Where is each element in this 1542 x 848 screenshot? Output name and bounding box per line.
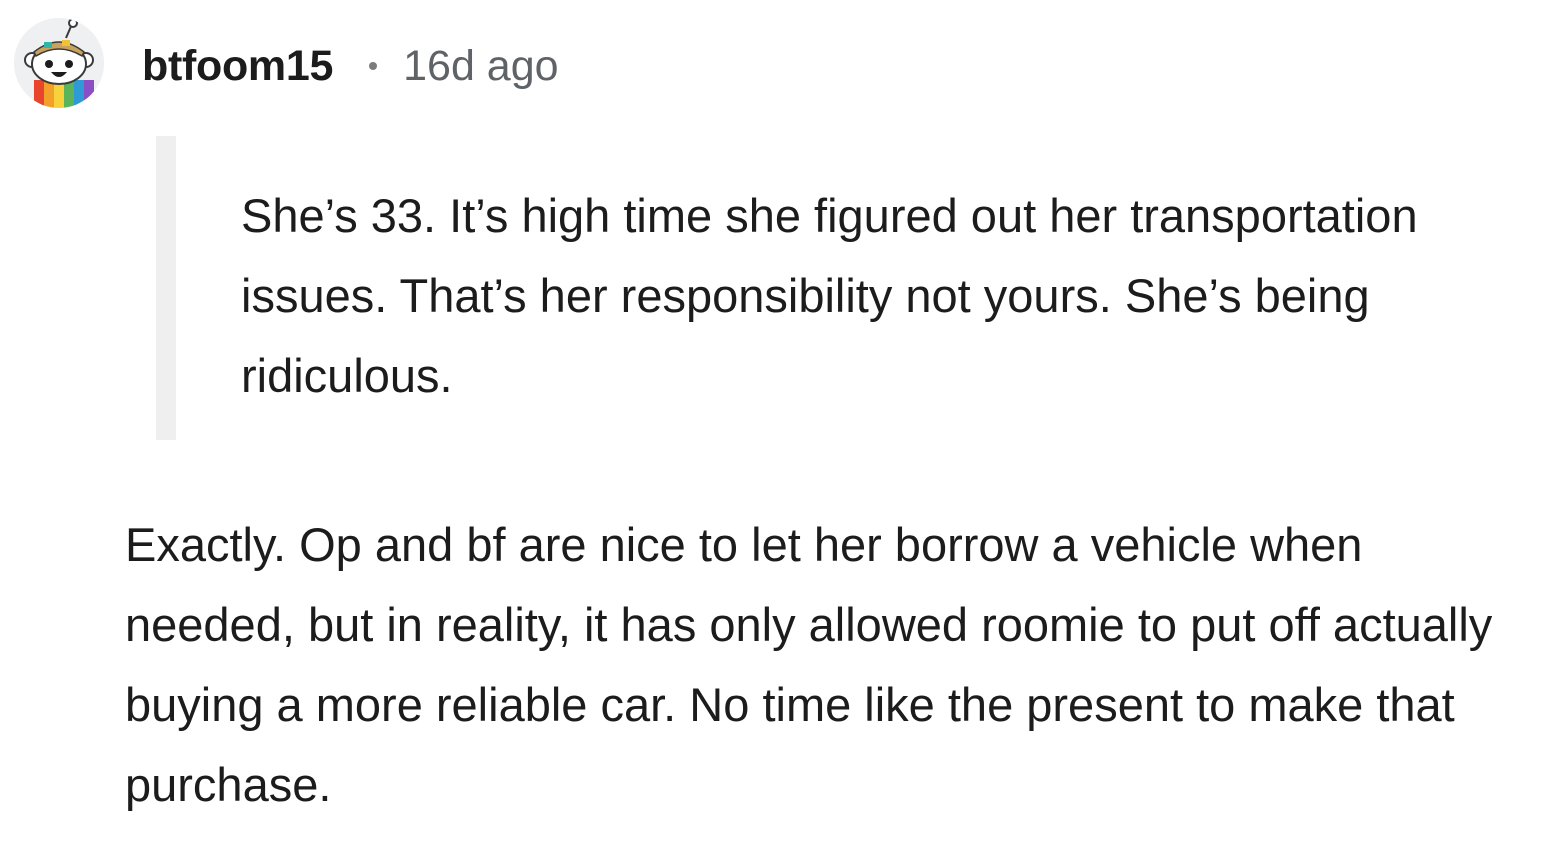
comment-meta: btfoom15 16d ago — [142, 38, 559, 94]
username-link[interactable]: btfoom15 — [142, 42, 333, 91]
comment-body: Exactly. Op and bf are nice to let her b… — [125, 518, 1493, 811]
avatar[interactable] — [14, 18, 104, 108]
separator-dot — [369, 62, 378, 70]
quoted-text: She’s 33. It’s high time she figured out… — [241, 189, 1418, 402]
timestamp-link[interactable]: 16d ago — [403, 42, 558, 91]
snoo-avatar-icon — [14, 18, 104, 108]
blockquote-bar — [156, 136, 176, 440]
blockquote: She’s 33. It’s high time she figured out… — [156, 136, 1476, 440]
comment: btfoom15 16d ago She’s 33. It’s high tim… — [0, 0, 1542, 848]
